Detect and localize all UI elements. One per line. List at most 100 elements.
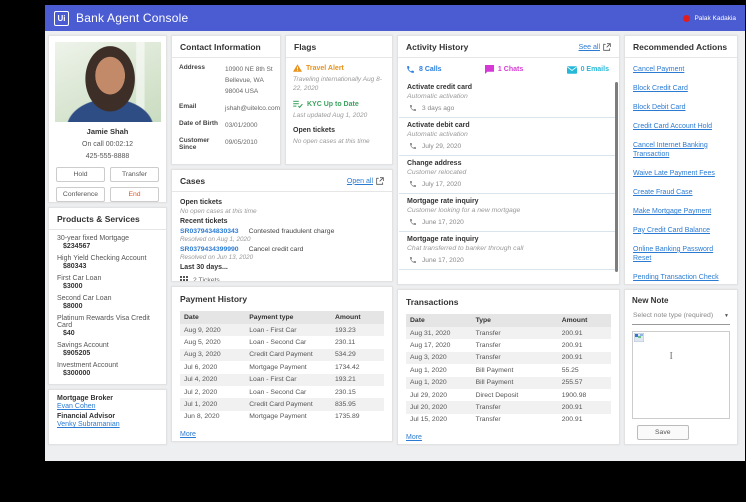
col-header: Amount (561, 317, 588, 324)
ticket-resolved: Resolved on Aug 1, 2020 (180, 236, 251, 243)
activity-item-desc: Customer looking for a new mortgage (407, 207, 521, 214)
open-tickets-text: No open cases at this time (180, 208, 257, 215)
table-header-row: Date Payment type Amount (180, 311, 384, 324)
ticket-desc: Contested fraudulent charge (248, 228, 335, 235)
product-value: $40 (63, 330, 75, 337)
last-30-days-label: Last 30 days... (180, 264, 228, 271)
open-all-link[interactable]: Open all (347, 178, 373, 185)
action-make-mortgage-payment[interactable]: Make Mortgage Payment (633, 207, 729, 216)
external-link-icon[interactable] (603, 43, 611, 51)
save-note-button[interactable]: Save (637, 425, 689, 440)
action-create-fraud-case[interactable]: Create Fraud Case (633, 188, 729, 197)
payment-more-link[interactable]: More (180, 431, 196, 438)
activity-stats: 8 Calls 1 Chats 0 Emails (398, 58, 619, 80)
activity-item[interactable]: Mortgage rate inquiry Chat transferred t… (399, 232, 618, 270)
table-row[interactable]: Aug 5, 2020 Loan - Second Car 230.11 (180, 336, 384, 348)
broker-link[interactable]: Evan Cohen (57, 403, 96, 410)
conference-button[interactable]: Conference (56, 187, 105, 202)
table-row[interactable]: Aug 9, 2020 Loan - First Car 193.23 (180, 324, 384, 337)
chat-icon (484, 65, 494, 74)
col-header: Type (475, 317, 491, 324)
activity-item-title: Mortgage rate inquiry (407, 236, 479, 243)
kyc-checklist-icon (293, 100, 303, 109)
customer-name: Jamie Shah (86, 127, 129, 136)
activity-item-title: Mortgage rate inquiry (407, 198, 479, 205)
table-row[interactable]: Aug 1, 2020 Bill Payment 55.25 (406, 364, 611, 376)
action-pay-credit-card-balance[interactable]: Pay Credit Card Balance (633, 226, 729, 235)
action-cancel-payment[interactable]: Cancel Payment (633, 65, 729, 74)
chats-count: 1 Chats (497, 66, 524, 73)
new-note-title: New Note (632, 296, 669, 305)
product-value: $234567 (63, 243, 91, 250)
table-row[interactable]: Jun 8, 2020 Mortgage Payment 1735.89 (180, 411, 384, 423)
table-row[interactable]: Jul 15, 2020 Transfer 200.91 (406, 414, 611, 426)
user-menu[interactable]: Palak Kadakia (683, 14, 736, 22)
hold-button[interactable]: Hold (56, 167, 105, 182)
note-type-select[interactable]: Select note type (required) ▼ (632, 305, 730, 325)
table-row[interactable]: Aug 3, 2020 Transfer 200.91 (406, 351, 611, 365)
end-call-button[interactable]: End (110, 187, 159, 202)
new-note-panel: New Note Select note type (required) ▼ I… (624, 289, 738, 445)
table-row[interactable]: Jul 4, 2020 Loan - First Car 193.21 (180, 373, 384, 386)
customer-phone-number: 425-555-8888 (85, 153, 130, 160)
table-row[interactable]: Aug 1, 2020 Bill Payment 255.57 (406, 376, 611, 389)
activity-item[interactable]: Change address Customer relocated July 1… (399, 156, 618, 194)
activity-item-desc: Customer relocated (407, 169, 467, 176)
product-name: High Yield Checking Account (57, 255, 147, 262)
chevron-down-icon: ▼ (724, 312, 729, 319)
activity-item[interactable]: Activate credit card Automatic activatio… (399, 80, 618, 118)
agent-name: Palak Kadakia (694, 14, 736, 22)
activity-scrollbar[interactable] (615, 82, 618, 272)
ticket-row: SR0379434399990 Cancel credit card (180, 246, 384, 253)
email-value: jshah@uitelco.com (225, 105, 281, 113)
action-block-credit-card[interactable]: Block Credit Card (633, 84, 729, 93)
recent-tickets-label: Recent tickets (180, 218, 228, 225)
action-online-banking-password-reset[interactable]: Online Banking Password Reset (633, 245, 729, 264)
cases-title: Cases (180, 176, 206, 186)
flags-open-tickets-text: No open cases at this time (293, 138, 370, 146)
email-label: Email (179, 103, 197, 111)
table-row[interactable]: Jul 6, 2020 Mortgage Payment 1734.42 (180, 361, 384, 373)
payment-history-title: Payment History (180, 294, 248, 304)
action-credit-card-account-hold[interactable]: Credit Card Account Hold (633, 122, 729, 131)
recommended-title: Recommended Actions (633, 42, 728, 52)
ticket-id-link[interactable]: SR0379434399990 (180, 246, 239, 253)
product-value: $80343 (63, 263, 87, 270)
tickets-grid-icon (180, 276, 188, 281)
table-row[interactable]: Aug 3, 2020 Credit Card Payment 534.29 (180, 348, 384, 362)
activity-item-date: June 17, 2020 (422, 218, 464, 226)
products-title: Products & Services (57, 214, 140, 224)
product-name: Savings Account (57, 342, 109, 349)
table-row[interactable]: Jul 1, 2020 Credit Card Payment 835.95 (180, 398, 384, 411)
transactions-panel: Transactions Date Type Amount Aug 31, 20… (397, 289, 620, 445)
warning-triangle-icon (293, 64, 302, 72)
action-waive-late-payment-fees[interactable]: Waive Late Payment Fees (633, 169, 729, 178)
transactions-more-link[interactable]: More (406, 434, 422, 441)
activity-item-title: Activate credit card (407, 84, 472, 91)
table-row[interactable]: Aug 31, 2020 Transfer 200.91 (406, 327, 611, 340)
transfer-button[interactable]: Transfer (110, 167, 159, 182)
action-cancel-internet-banking-transaction[interactable]: Cancel Internet Banking Transaction (633, 141, 729, 160)
activity-item[interactable]: Activate debit card Automatic activation… (399, 118, 618, 156)
presence-dot-icon (683, 14, 691, 22)
see-all-link[interactable]: See all (579, 44, 600, 51)
external-link-icon[interactable] (376, 177, 384, 185)
advisor-link[interactable]: Venky Subramanian (57, 421, 120, 428)
action-block-debit-card[interactable]: Block Debit Card (633, 103, 729, 112)
contact-title: Contact Information (180, 42, 261, 52)
flags-open-tickets-label: Open tickets (293, 127, 336, 135)
activity-item[interactable]: Mortgage rate inquiry Customer looking f… (399, 194, 618, 232)
action-pending-transaction-check[interactable]: Pending Transaction Check (633, 273, 729, 282)
flags-panel: Flags Travel Alert Traveling internation… (285, 35, 393, 165)
table-row[interactable]: Jul 2, 2020 Loan - Second Car 230.15 (180, 386, 384, 398)
table-row[interactable]: Jul 29, 2020 Direct Deposit 1900.98 (406, 389, 611, 401)
activity-item-date: 3 days ago (422, 104, 455, 112)
table-row[interactable]: Aug 17, 2020 Transfer 200.91 (406, 339, 611, 351)
calls-count: 8 Calls (419, 66, 442, 73)
table-row[interactable]: Jul 20, 2020 Transfer 200.91 (406, 401, 611, 414)
activity-list: Activate credit card Automatic activatio… (398, 80, 619, 276)
payment-history-panel: Payment History Date Payment type Amount… (171, 286, 393, 442)
note-textarea[interactable]: I (632, 331, 730, 419)
ticket-id-link[interactable]: SR0379434830343 (180, 228, 239, 235)
open-tickets-label: Open tickets (180, 199, 223, 206)
